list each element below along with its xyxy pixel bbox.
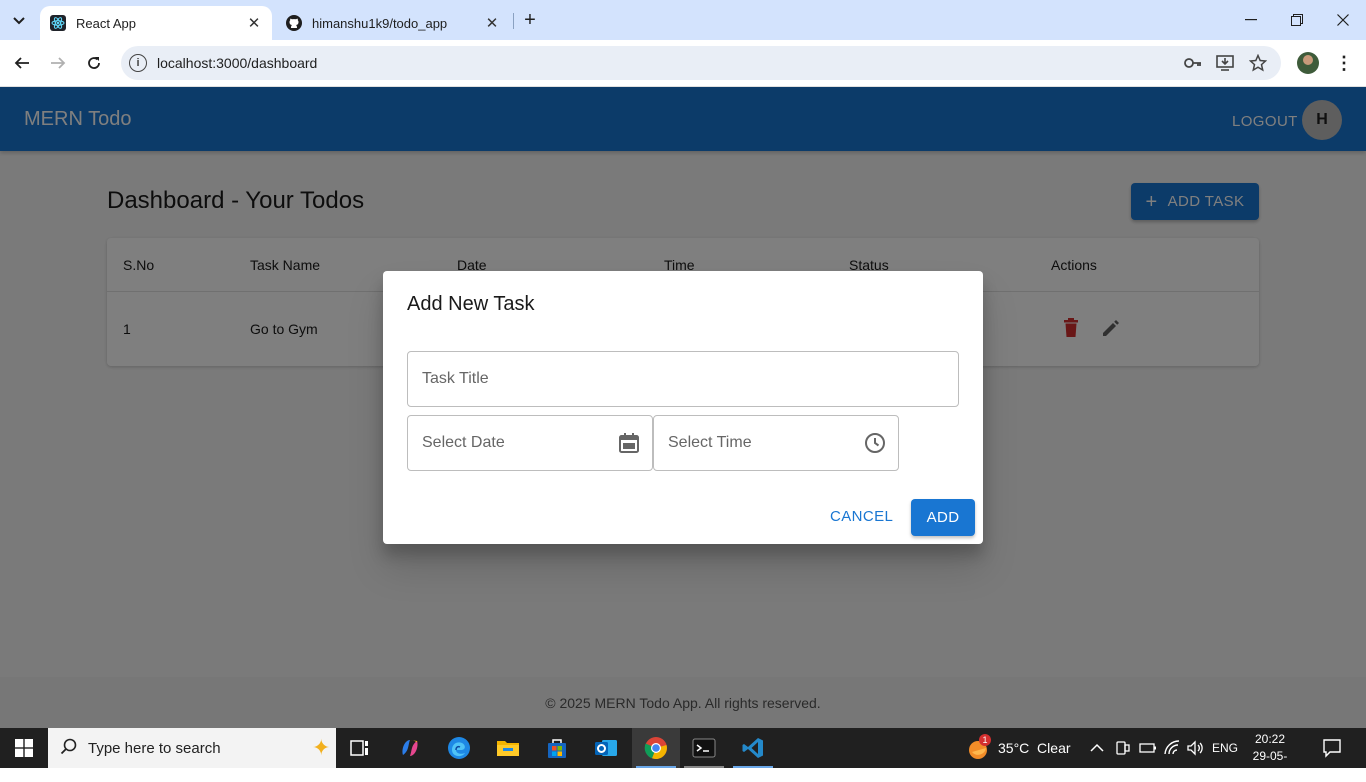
browser-toolbar: i localhost:3000/dashboard ⋮ — [0, 40, 1366, 87]
forward-arrow-icon[interactable] — [45, 50, 71, 76]
wifi-icon[interactable] — [1163, 728, 1181, 768]
date-picker-field[interactable]: Select Date — [407, 415, 653, 471]
vscode-icon[interactable] — [729, 728, 777, 768]
edge-browser-icon[interactable] — [435, 728, 483, 768]
github-logo-icon — [286, 15, 302, 31]
calendar-icon[interactable] — [618, 432, 640, 454]
address-bar[interactable]: i localhost:3000/dashboard — [121, 46, 1281, 80]
react-logo-icon — [50, 15, 66, 31]
password-key-icon[interactable] — [1183, 54, 1203, 72]
search-placeholder: Type here to search — [88, 740, 221, 757]
meet-now-icon[interactable] — [1114, 728, 1130, 768]
input-language[interactable]: ENG — [1212, 728, 1238, 768]
add-button[interactable]: ADD — [911, 499, 975, 536]
close-window-icon[interactable] — [1320, 0, 1366, 40]
clock-time: 20:22 — [1254, 732, 1286, 746]
clock-icon[interactable] — [864, 432, 886, 454]
microsoft-store-icon[interactable] — [533, 728, 581, 768]
bookmark-star-icon[interactable] — [1248, 54, 1268, 72]
time-placeholder: Select Time — [668, 434, 752, 451]
outlook-icon[interactable] — [582, 728, 630, 768]
battery-icon[interactable] — [1139, 728, 1157, 768]
tab-title: React App — [76, 15, 136, 31]
add-task-dialog: Add New Task Task Title Select Date Sele… — [383, 271, 983, 544]
back-arrow-icon[interactable] — [9, 50, 35, 76]
weather-widget[interactable]: 1 35°C Clear — [966, 728, 1071, 768]
browser-tab-strip: React App ✕ himanshu1k9/todo_app ✕ + — [0, 0, 1366, 40]
restore-icon[interactable] — [1274, 0, 1320, 40]
task-view-icon[interactable] — [336, 728, 384, 768]
close-tab-icon[interactable]: ✕ — [246, 15, 262, 32]
notification-center-icon[interactable] — [1322, 738, 1342, 758]
tab-react-app[interactable]: React App ✕ — [40, 6, 272, 40]
tab-separator — [513, 13, 514, 29]
web-page: MERN Todo LOGOUT H Dashboard - Your Todo… — [0, 87, 1366, 728]
cancel-button[interactable]: CANCEL — [830, 508, 893, 525]
weather-text: 35°C Clear — [998, 740, 1071, 756]
site-info-icon[interactable]: i — [129, 54, 147, 72]
minimize-icon[interactable] — [1228, 0, 1274, 40]
chrome-menu-icon[interactable]: ⋮ — [1334, 52, 1354, 74]
url-text: localhost:3000/dashboard — [157, 55, 318, 71]
tab-title: himanshu1k9/todo_app — [312, 15, 448, 31]
windows-taskbar: Type here to search ✦ 1 35°C Clear ENG 2… — [0, 728, 1366, 780]
windows-start-icon[interactable] — [0, 728, 48, 768]
taskbar-clock[interactable]: 20:22 29-05-2025 — [1240, 731, 1300, 782]
new-tab-plus-icon[interactable]: + — [520, 9, 540, 31]
date-placeholder: Select Date — [422, 434, 505, 451]
task-title-field[interactable]: Task Title — [407, 351, 959, 407]
weather-badge: 1 — [979, 734, 991, 746]
volume-icon[interactable] — [1186, 728, 1204, 768]
show-hidden-icons-chevron-icon[interactable] — [1090, 728, 1104, 768]
time-picker-field[interactable]: Select Time — [653, 415, 899, 471]
copilot-sparkle-icon: ✦ — [312, 735, 331, 760]
copilot-app-icon[interactable] — [386, 728, 434, 768]
terminal-icon[interactable] — [680, 728, 728, 768]
close-tab-icon[interactable]: ✕ — [484, 15, 500, 32]
task-title-placeholder: Task Title — [422, 370, 489, 387]
profile-avatar[interactable] — [1297, 52, 1319, 74]
tab-github-repo[interactable]: himanshu1k9/todo_app ✕ — [276, 6, 510, 40]
chrome-taskbar-icon[interactable] — [632, 728, 680, 768]
reload-icon[interactable] — [81, 50, 107, 76]
clock-date: 29-05-2025 — [1252, 749, 1288, 780]
taskbar-search[interactable]: Type here to search ✦ — [48, 728, 336, 768]
weather-sun-icon: 1 — [966, 734, 992, 760]
dialog-title: Add New Task — [407, 293, 535, 315]
install-app-icon[interactable] — [1215, 54, 1235, 72]
tab-search-chevron-icon[interactable] — [6, 8, 32, 34]
search-icon — [60, 738, 78, 761]
file-explorer-icon[interactable] — [484, 728, 532, 768]
